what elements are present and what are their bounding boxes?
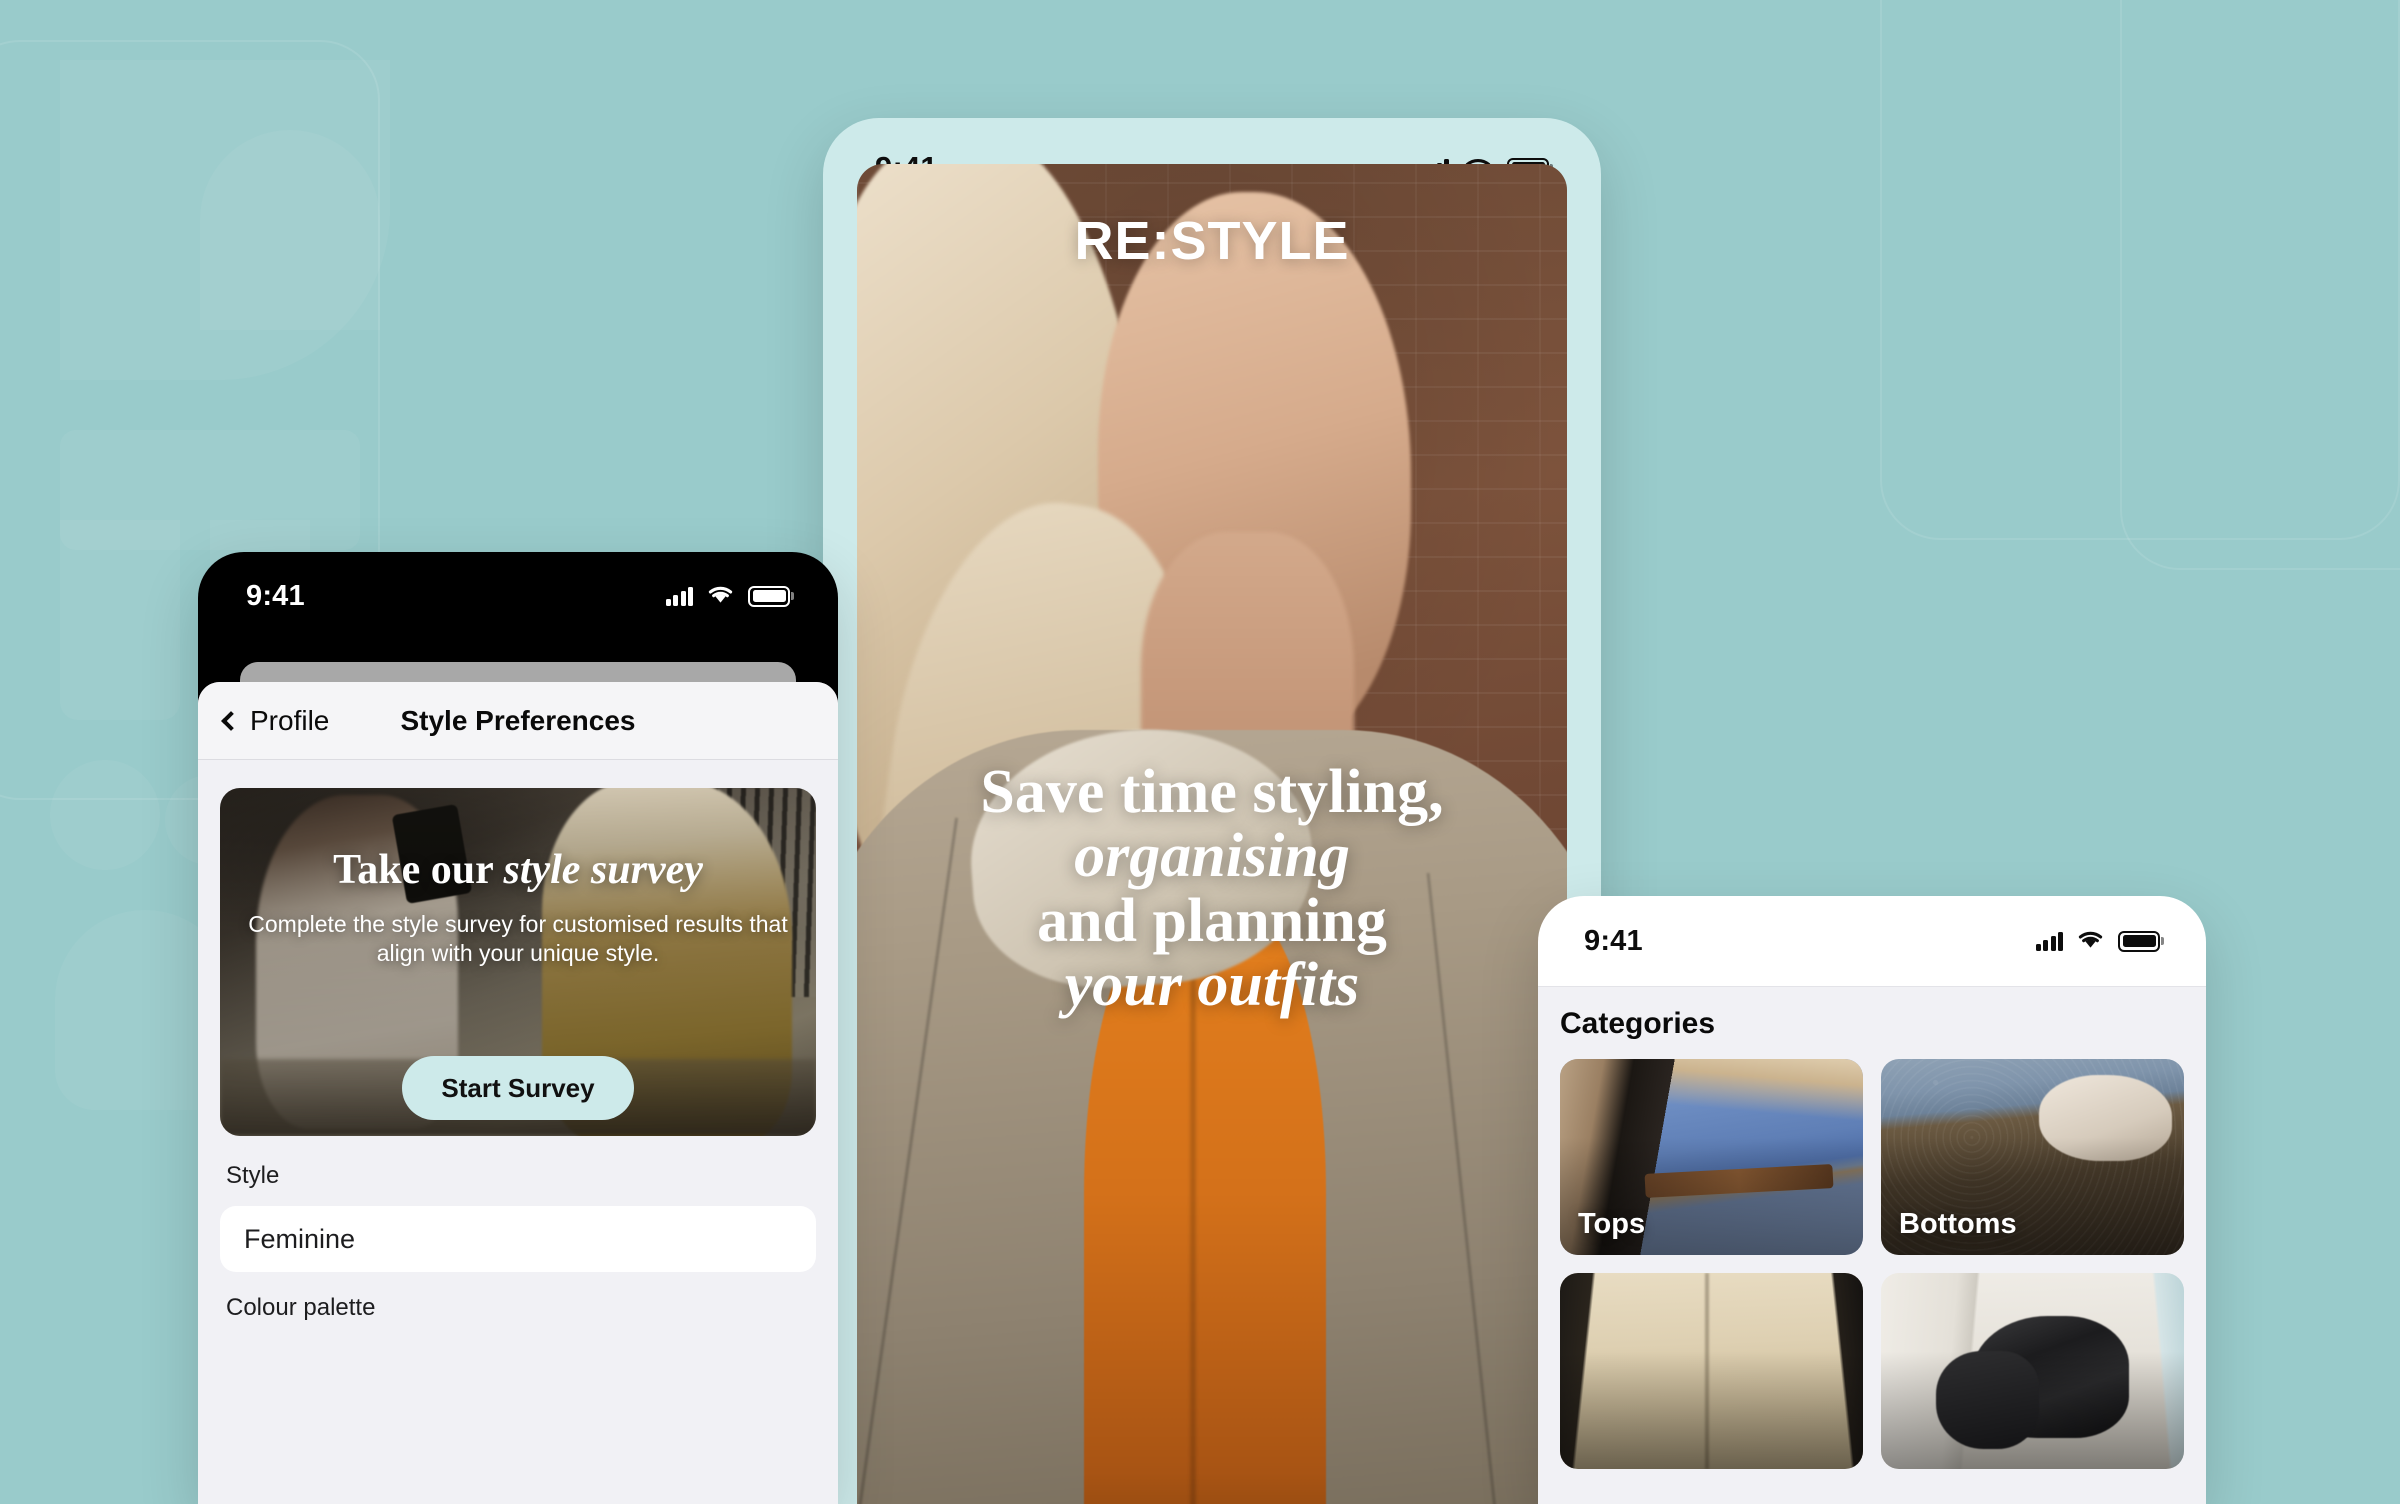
cellular-bars-icon <box>665 586 693 606</box>
style-survey-promo-card[interactable]: Take our style survey Complete the style… <box>220 788 816 1136</box>
phone-mockup-style-preferences: 9:41 Profile Style Preferences Take our … <box>198 552 838 1504</box>
hero-photo-fold <box>1190 955 1195 1504</box>
categories-grid: Tops Bottoms <box>1560 1059 2184 1469</box>
background-watermark-shape <box>2120 0 2400 570</box>
start-survey-button[interactable]: Start Survey <box>402 1056 634 1120</box>
status-bar: 9:41 <box>198 552 838 618</box>
wifi-icon <box>2076 928 2105 954</box>
background-decor-blob <box>60 60 390 380</box>
status-bar: 9:41 <box>1538 896 2206 964</box>
status-time: 9:41 <box>1584 924 1643 957</box>
status-time: 9:41 <box>246 579 305 612</box>
battery-full-icon <box>748 585 790 607</box>
modal-sheet: Profile Style Preferences Take our style… <box>198 682 838 1504</box>
category-label: Bottoms <box>1899 1208 2017 1240</box>
headline-line-2: organising <box>1074 822 1350 891</box>
status-icons <box>2035 928 2160 954</box>
promo-title-regular: Take our <box>333 847 504 893</box>
style-field-label: Style <box>226 1162 280 1189</box>
hero-headline: Save time styling, organising and planni… <box>883 760 1541 1018</box>
category-photo-scrim <box>1560 1273 1863 1469</box>
background-watermark-shape <box>1880 0 2400 540</box>
category-label: Tops <box>1578 1208 1646 1240</box>
promo-card-subtitle: Complete the style survey for customised… <box>248 911 788 967</box>
navigation-bar: Profile Style Preferences <box>198 682 838 760</box>
headline-line-1: Save time styling, <box>980 758 1444 826</box>
background-decor-blob <box>50 760 160 870</box>
chevron-left-icon <box>221 710 241 731</box>
background-decor-blob <box>60 430 360 550</box>
categories-screen: Categories Tops Bottoms <box>1538 986 2206 1504</box>
background-decor-blob <box>200 130 380 330</box>
category-card-tops[interactable]: Tops <box>1560 1059 1863 1255</box>
brand-wordmark: RE:STYLE <box>1074 211 1350 271</box>
category-card-shoes[interactable] <box>1881 1273 2184 1469</box>
showcase-canvas: 9:41 <box>0 0 2400 1504</box>
style-input[interactable] <box>220 1206 816 1272</box>
cellular-bars-icon <box>2035 931 2063 951</box>
promo-title-italic: style survey <box>503 847 703 893</box>
colour-palette-field-label: Colour palette <box>226 1294 376 1321</box>
promo-card-text: Take our style survey Complete the style… <box>220 846 816 969</box>
promo-card-title: Take our style survey <box>238 846 798 894</box>
battery-full-icon <box>2118 930 2160 952</box>
headline-line-4: your outfits <box>1064 951 1360 1020</box>
back-button[interactable]: Profile <box>221 704 330 737</box>
category-card-outerwear[interactable] <box>1560 1273 1863 1469</box>
status-icons <box>665 583 790 609</box>
back-button-label: Profile <box>250 704 330 736</box>
phone-mockup-hero: 9:41 <box>823 118 1601 1504</box>
categories-heading: Categories <box>1560 1007 1716 1040</box>
headline-line-3: and planning <box>1037 886 1387 955</box>
wifi-icon <box>706 583 735 609</box>
hero-photo: RE:STYLE Save time styling, organising a… <box>857 164 1567 1504</box>
category-card-bottoms[interactable]: Bottoms <box>1881 1059 2184 1255</box>
background-decor-blob <box>60 520 180 720</box>
phone-mockup-categories: 9:41 Categories Tops Bottoms <box>1538 896 2206 1504</box>
